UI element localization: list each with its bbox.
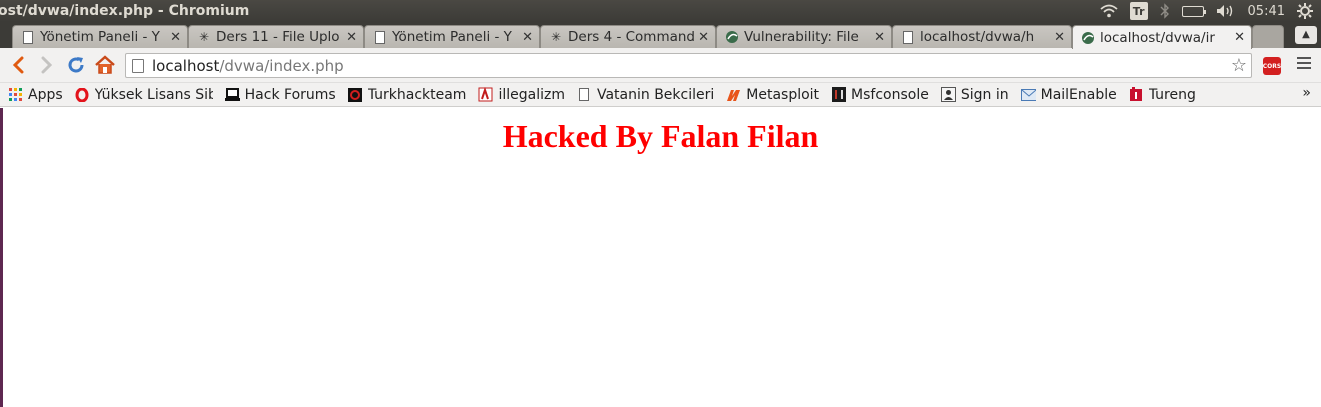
desktop-edge (0, 108, 3, 407)
opera-icon (75, 87, 90, 102)
bookmark-yuksek-lisans[interactable]: Yüksek Lisans Sib (75, 87, 213, 103)
bookmark-turkhackteam[interactable]: Turkhackteam (348, 86, 467, 103)
page-icon (901, 30, 915, 44)
tab-label: Yönetim Paneli - Y (392, 29, 512, 45)
metasploit-icon (726, 87, 741, 102)
new-tab-button[interactable] (1252, 25, 1284, 48)
bookmark-sign-in[interactable]: Sign in (940, 86, 1009, 103)
url-host: localhost (152, 56, 220, 75)
bookmark-label: Yüksek Lisans Sib (94, 86, 213, 103)
bookmarks-bar: Apps Yüksek Lisans Sib Hack Forums Turkh… (0, 83, 1321, 107)
bookmark-label: Turkhackteam (367, 86, 467, 103)
bookmark-label: Tureng (1148, 86, 1196, 103)
reload-button[interactable] (64, 53, 88, 77)
bookmark-star-icon[interactable]: ☆ (1231, 55, 1247, 76)
msfconsole-icon (831, 87, 846, 102)
tab-label: Yönetim Paneli - Y (40, 29, 160, 45)
bookmark-metasploit[interactable]: Metasploit (726, 87, 819, 103)
close-icon[interactable]: ✕ (170, 30, 181, 45)
cors-extension-icon[interactable]: CORS (1263, 57, 1281, 75)
system-tray: Tr 05:41 (1100, 2, 1321, 20)
bookmark-label: Msfconsole (851, 86, 929, 103)
home-button[interactable] (93, 53, 117, 77)
bookmark-tureng[interactable]: Tureng (1129, 87, 1196, 103)
bookmark-label: Vatanin Bekcileri (596, 86, 715, 103)
keyboard-layout-indicator[interactable]: Tr (1129, 2, 1148, 20)
spider-icon: ✳ (550, 30, 562, 44)
close-icon[interactable]: ✕ (522, 30, 533, 45)
url-path: /dvwa/index.php (219, 56, 344, 75)
window-titlebar: ost/dvwa/index.php - Chromium Tr 05:41 (0, 0, 1321, 22)
page-icon (373, 30, 387, 44)
gear-icon[interactable] (1297, 2, 1313, 20)
tab-label: Vulnerability: File (744, 29, 859, 45)
address-bar[interactable]: localhost/dvwa/index.php ☆ (125, 53, 1252, 78)
tab-localhost-1[interactable]: localhost/dvwa/h ✕ (892, 25, 1072, 48)
profile-icon[interactable]: ▲ (1295, 26, 1317, 44)
tab-yonetim-paneli-1[interactable]: Yönetim Paneli - Y ✕ (12, 25, 188, 48)
bookmark-hack-forums[interactable]: Hack Forums (224, 86, 336, 103)
page-icon (577, 87, 592, 102)
tab-label: localhost/dvwa/h (920, 29, 1035, 45)
close-icon[interactable]: ✕ (346, 30, 357, 45)
tab-ders-11[interactable]: ✳ Ders 11 - File Uplo ✕ (188, 25, 364, 48)
wifi-icon[interactable] (1100, 2, 1118, 20)
menu-icon[interactable] (1297, 57, 1311, 72)
page-content: Hacked By Falan Filan (0, 108, 1321, 407)
tureng-icon (1129, 87, 1144, 102)
tab-label: Ders 11 - File Uplo (216, 29, 340, 45)
page-icon (132, 58, 144, 73)
tab-label: localhost/dvwa/ir (1100, 29, 1215, 46)
page-icon (21, 30, 35, 44)
bookmark-label: Hack Forums (244, 86, 336, 103)
window-title: ost/dvwa/index.php - Chromium (0, 3, 250, 19)
bookmark-msfconsole[interactable]: Msfconsole (831, 87, 929, 103)
tab-localhost-active[interactable]: localhost/dvwa/ir ✕ (1072, 25, 1252, 49)
tab-yonetim-paneli-2[interactable]: Yönetim Paneli - Y ✕ (364, 25, 540, 48)
toolbar: localhost/dvwa/index.php ☆ CORS (0, 48, 1321, 83)
page-heading: Hacked By Falan Filan (502, 118, 819, 154)
clock[interactable]: 05:41 (1248, 2, 1285, 20)
close-icon[interactable]: ✕ (1234, 30, 1245, 45)
bookmark-label: illegalizm (498, 86, 565, 103)
bookmark-label: Apps (28, 86, 63, 103)
close-icon[interactable]: ✕ (698, 30, 709, 45)
bookmark-vatanin-bekcileri[interactable]: Vatanin Bekcileri (577, 87, 714, 103)
forward-button[interactable] (35, 53, 59, 77)
illegalizm-icon (478, 87, 493, 102)
bookmark-illegalizm[interactable]: illegalizm (478, 87, 565, 103)
bookmark-apps[interactable]: Apps (8, 87, 63, 103)
tab-strip: Yönetim Paneli - Y ✕ ✳ Ders 11 - File Up… (0, 22, 1321, 49)
turkhackteam-icon (348, 87, 363, 102)
tab-ders-4[interactable]: ✳ Ders 4 - Command ✕ (540, 25, 716, 48)
bookmark-mailenable[interactable]: MailEnable (1020, 86, 1117, 103)
bookmark-label: Metasploit (746, 86, 820, 103)
back-button[interactable] (6, 53, 30, 77)
laptop-icon (224, 87, 240, 102)
apps-grid-icon (8, 87, 23, 102)
volume-icon[interactable] (1216, 2, 1236, 20)
bookmark-label: Sign in (960, 86, 1009, 103)
dvwa-icon (1081, 31, 1095, 45)
dvwa-icon (725, 30, 739, 44)
close-icon[interactable]: ✕ (1054, 30, 1065, 45)
bookmarks-overflow-button[interactable]: » (1302, 85, 1311, 101)
tab-vulnerability-file[interactable]: Vulnerability: File ✕ (716, 25, 892, 48)
battery-icon[interactable] (1181, 2, 1206, 20)
bookmark-label: MailEnable (1040, 86, 1117, 103)
signin-icon (940, 87, 956, 102)
tab-label: Ders 4 - Command (568, 29, 695, 45)
bluetooth-icon[interactable] (1160, 2, 1170, 20)
spider-icon: ✳ (198, 30, 210, 44)
close-icon[interactable]: ✕ (874, 30, 885, 45)
mail-icon (1020, 87, 1036, 102)
